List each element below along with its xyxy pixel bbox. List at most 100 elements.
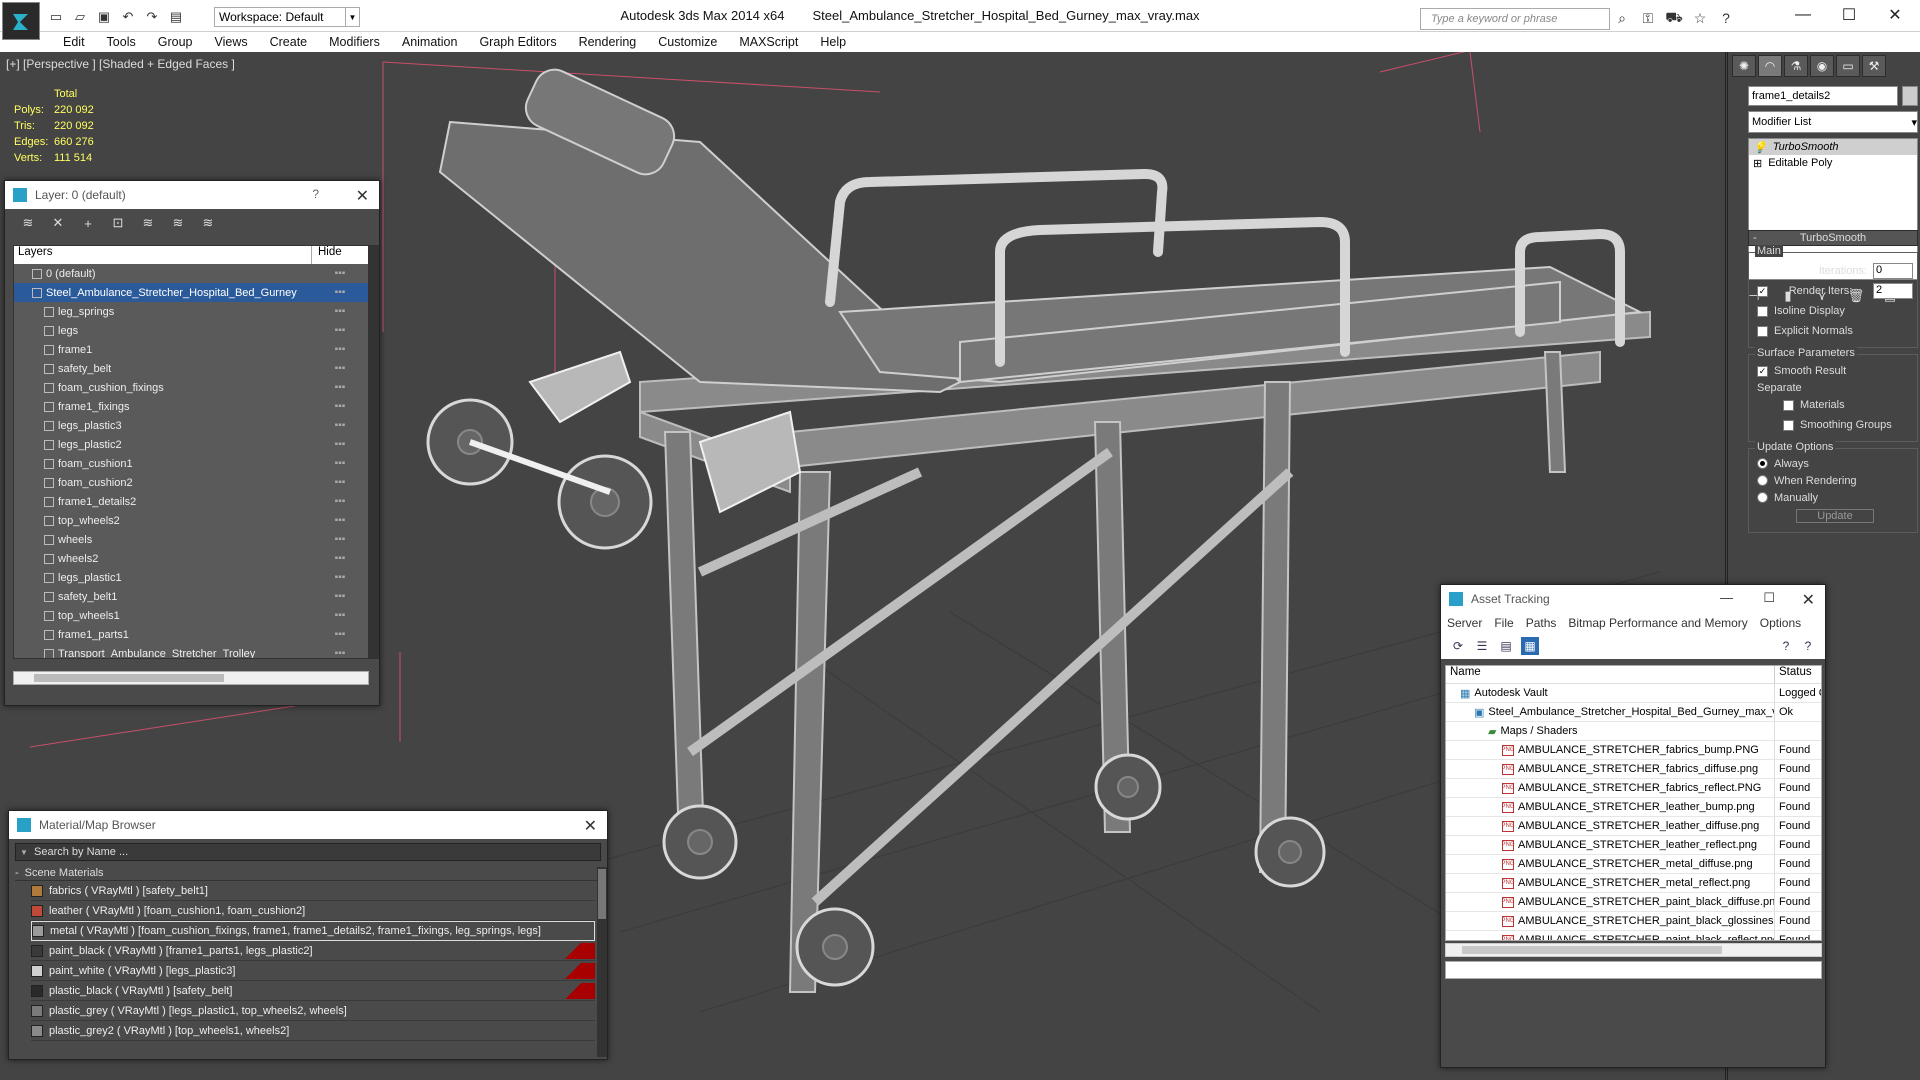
create-layer-icon[interactable]: ≋ [17,212,39,234]
asset-row[interactable]: ▰ Maps / Shaders [1446,722,1821,741]
menu-help[interactable]: Help [809,35,857,49]
separate-materials-checkbox[interactable] [1783,399,1794,411]
menu-customize[interactable]: Customize [647,35,728,49]
hide-toggle[interactable]: ▪▪▪ [312,515,368,526]
delete-layer-icon[interactable]: ✕ [47,212,69,234]
hide-toggle[interactable]: ▪▪▪ [312,363,368,374]
menu-edit[interactable]: Edit [52,35,96,49]
menu-group[interactable]: Group [147,35,204,49]
close-icon[interactable]: ✕ [356,186,369,206]
motion-tab-icon[interactable]: ◉ [1810,55,1834,77]
hierarchy-tab-icon[interactable]: ⚗ [1784,55,1808,77]
at-menu-bitmap-performance[interactable]: Bitmap Performance and Memory [1562,616,1753,630]
object-color-swatch[interactable] [1902,86,1918,106]
layer-row[interactable]: leg_springs ▪▪▪ [14,302,368,321]
display-tab-icon[interactable]: ▭ [1836,55,1860,77]
thumbnail-view-icon[interactable]: ▤ [1497,637,1515,655]
asset-row[interactable]: PNG AMBULANCE_STRETCHER_leather_bump.png F… [1446,798,1821,817]
layer-row[interactable]: top_wheels1 ▪▪▪ [14,606,368,625]
hide-toggle[interactable]: ▪▪▪ [312,401,368,412]
object-name-field[interactable]: frame1_details2 [1748,86,1898,106]
layer-row[interactable]: frame1_fixings ▪▪▪ [14,397,368,416]
hide-toggle[interactable]: ▪▪▪ [312,287,368,298]
material-item[interactable]: metal ( VRayMtl ) [foam_cushion_fixings,… [31,921,595,941]
hide-toggle[interactable]: ▪▪▪ [312,648,368,658]
hide-toggle[interactable]: ▪▪▪ [312,629,368,640]
menu-modifiers[interactable]: Modifiers [318,35,391,49]
maximize-button[interactable]: ☐ [1826,0,1872,30]
layer-row[interactable]: legs_plastic2 ▪▪▪ [14,435,368,454]
hide-toggle[interactable]: ▪▪▪ [312,382,368,393]
material-item[interactable]: plastic_grey ( VRayMtl ) [legs_plastic1,… [31,1001,595,1021]
create-tab-icon[interactable]: ✺ [1732,55,1756,77]
hide-column-header[interactable]: Hide [312,246,368,264]
layer-row[interactable]: frame1_details2 ▪▪▪ [14,492,368,511]
isoline-display-checkbox[interactable] [1757,305,1768,317]
hide-toggle[interactable]: ▪▪▪ [312,458,368,469]
dialog-title-bar[interactable]: Material/Map Browser ✕ [9,811,607,839]
hide-toggle[interactable]: ▪▪▪ [312,420,368,431]
hide-toggle[interactable]: ▪▪▪ [312,572,368,583]
layer-row[interactable]: 0 (default) ▪▪▪ [14,264,368,283]
status-column-header[interactable]: Status [1775,666,1821,683]
undo-icon[interactable]: ↶ [118,7,138,27]
asset-horizontal-scrollbar[interactable] [1445,943,1822,957]
select-objects-icon[interactable]: ⊡ [107,212,129,234]
layer-row[interactable]: Steel_Ambulance_Stretcher_Hospital_Bed_G… [14,283,368,302]
hide-toggle[interactable]: ▪▪▪ [312,610,368,621]
stack-item-turbosmooth[interactable]: 💡 TurboSmooth [1749,139,1917,155]
minimize-icon[interactable]: — [1720,590,1733,605]
when-rendering-radio[interactable] [1757,475,1768,486]
expand-icon[interactable]: ⊞ [1753,157,1762,170]
hide-all-layers-icon[interactable]: ≋ [167,212,189,234]
stack-item-editable-poly[interactable]: ⊞ Editable Poly [1749,155,1917,171]
hide-toggle[interactable]: ▪▪▪ [312,591,368,602]
update-button[interactable]: Update [1796,509,1874,523]
freeze-all-layers-icon[interactable]: ≋ [197,212,219,234]
layer-row[interactable]: Transport_Ambulance_Stretcher_Trolley ▪▪▪ [14,644,368,658]
hide-toggle[interactable]: ▪▪▪ [312,534,368,545]
asset-row[interactable]: PNG AMBULANCE_STRETCHER_paint_black_refle… [1446,931,1821,940]
new-file-icon[interactable]: ▭ [46,7,66,27]
add-to-layer-icon[interactable]: + [77,212,99,234]
asset-row[interactable]: PNG AMBULANCE_STRETCHER_leather_reflect.p… [1446,836,1821,855]
asset-row[interactable]: PNG AMBULANCE_STRETCHER_fabrics_diffuse.p… [1446,760,1821,779]
explicit-normals-checkbox[interactable] [1757,325,1768,337]
layer-row[interactable]: frame1_parts1 ▪▪▪ [14,625,368,644]
smooth-result-checkbox[interactable]: ✓ [1757,365,1768,377]
hide-toggle[interactable]: ▪▪▪ [312,344,368,355]
layer-row[interactable]: safety_belt ▪▪▪ [14,359,368,378]
save-file-icon[interactable]: ▣ [94,7,114,27]
search-input[interactable]: Type a keyword or phrase [1420,8,1610,30]
hide-toggle[interactable]: ▪▪▪ [312,306,368,317]
layer-row[interactable]: safety_belt1 ▪▪▪ [14,587,368,606]
menu-create[interactable]: Create [259,35,319,49]
layer-row[interactable]: legs_plastic1 ▪▪▪ [14,568,368,587]
list-view-icon[interactable]: ☰ [1473,637,1491,655]
layer-row[interactable]: legs ▪▪▪ [14,321,368,340]
asset-row[interactable]: PNG AMBULANCE_STRETCHER_paint_black_gloss… [1446,912,1821,931]
menu-tools[interactable]: Tools [96,35,147,49]
rollout-header[interactable]: - TurboSmooth [1748,230,1918,246]
close-button[interactable]: ✕ [1872,0,1918,30]
at-menu-paths[interactable]: Paths [1520,616,1563,630]
scene-materials-group[interactable]: - Scene Materials [15,865,601,881]
material-item[interactable]: leather ( VRayMtl ) [foam_cushion1, foam… [31,901,595,921]
material-item[interactable]: paint_black ( VRayMtl ) [frame1_parts1, … [31,941,595,961]
refresh-icon[interactable]: ⟳ [1449,637,1467,655]
hide-toggle[interactable]: ▪▪▪ [312,477,368,488]
close-icon[interactable]: ✕ [1802,590,1815,610]
layer-row[interactable]: wheels2 ▪▪▪ [14,549,368,568]
menu-animation[interactable]: Animation [391,35,469,49]
open-file-icon[interactable]: ▱ [70,7,90,27]
at-menu-server[interactable]: Server [1441,616,1488,630]
asset-path-field[interactable] [1445,961,1822,979]
binoculars-icon[interactable]: ⌕ [1612,8,1632,28]
close-icon[interactable]: ✕ [584,816,597,836]
help-button[interactable]: ? [312,187,319,201]
render-iters-spinner[interactable]: 2 [1873,283,1913,299]
menu-rendering[interactable]: Rendering [568,35,648,49]
material-item[interactable]: plastic_black ( VRayMtl ) [safety_belt] [31,981,595,1001]
layers-column-header[interactable]: Layers [14,246,312,264]
app-logo-button[interactable] [2,2,40,40]
